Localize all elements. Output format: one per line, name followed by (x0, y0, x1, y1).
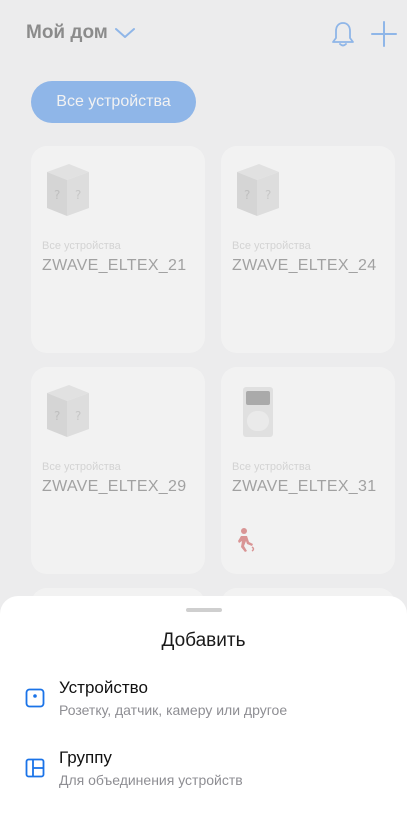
option-subtitle: Розетку, датчик, камеру или другое (59, 702, 288, 718)
svg-text:?: ? (54, 409, 60, 423)
svg-text:?: ? (54, 188, 60, 202)
device-card[interactable]: ? ? Все устройства ZWAVE_ELTEX_24 (221, 146, 395, 353)
add-group-option[interactable]: Группу Для объединения устройств (0, 748, 407, 804)
home-selector[interactable]: Мой дом (26, 22, 136, 44)
filter-chip-all-devices[interactable]: Все устройства (31, 81, 196, 123)
motion-detected-icon (235, 527, 257, 553)
device-category: Все устройства (42, 461, 121, 473)
device-name: ZWAVE_ELTEX_24 (232, 257, 377, 274)
unknown-cube-icon: ? ? (43, 383, 93, 439)
option-title: Устройство (59, 678, 148, 697)
add-plus-icon[interactable] (370, 20, 398, 48)
device-name: ZWAVE_ELTEX_31 (232, 478, 377, 495)
svg-text:?: ? (75, 188, 81, 202)
option-subtitle: Для объединения устройств (59, 772, 243, 788)
device-icon (25, 688, 45, 708)
device-card[interactable]: ? ? Все устройства ZWAVE_ELTEX_21 (31, 146, 205, 353)
device-category: Все устройства (42, 240, 121, 252)
option-title: Группу (59, 748, 112, 767)
chevron-down-icon (114, 26, 136, 40)
svg-text:?: ? (244, 188, 250, 202)
header: Мой дом (0, 0, 407, 64)
bell-icon[interactable] (331, 20, 355, 48)
unknown-cube-icon: ? ? (43, 162, 93, 218)
sheet-grabber[interactable] (186, 608, 222, 612)
svg-text:?: ? (265, 188, 271, 202)
device-card[interactable]: ? ? Все устройства ZWAVE_ELTEX_29 (31, 367, 205, 574)
unknown-cube-icon: ? ? (233, 162, 283, 218)
motion-sensor-icon (233, 383, 283, 439)
device-card[interactable]: Все устройства ZWAVE_ELTEX_31 (221, 367, 395, 574)
device-name: ZWAVE_ELTEX_21 (42, 257, 187, 274)
screen: Мой дом Все устройства ? ? Все устройств… (0, 0, 407, 820)
add-bottom-sheet: Добавить Устройство Розетку, датчик, кам… (0, 596, 407, 820)
device-category: Все устройства (232, 240, 311, 252)
group-icon (25, 758, 45, 778)
sheet-title: Добавить (161, 630, 246, 651)
add-device-option[interactable]: Устройство Розетку, датчик, камеру или д… (0, 678, 407, 734)
svg-text:?: ? (75, 409, 81, 423)
device-name: ZWAVE_ELTEX_29 (42, 478, 187, 495)
device-category: Все устройства (232, 461, 311, 473)
home-title: Мой дом (26, 22, 108, 43)
